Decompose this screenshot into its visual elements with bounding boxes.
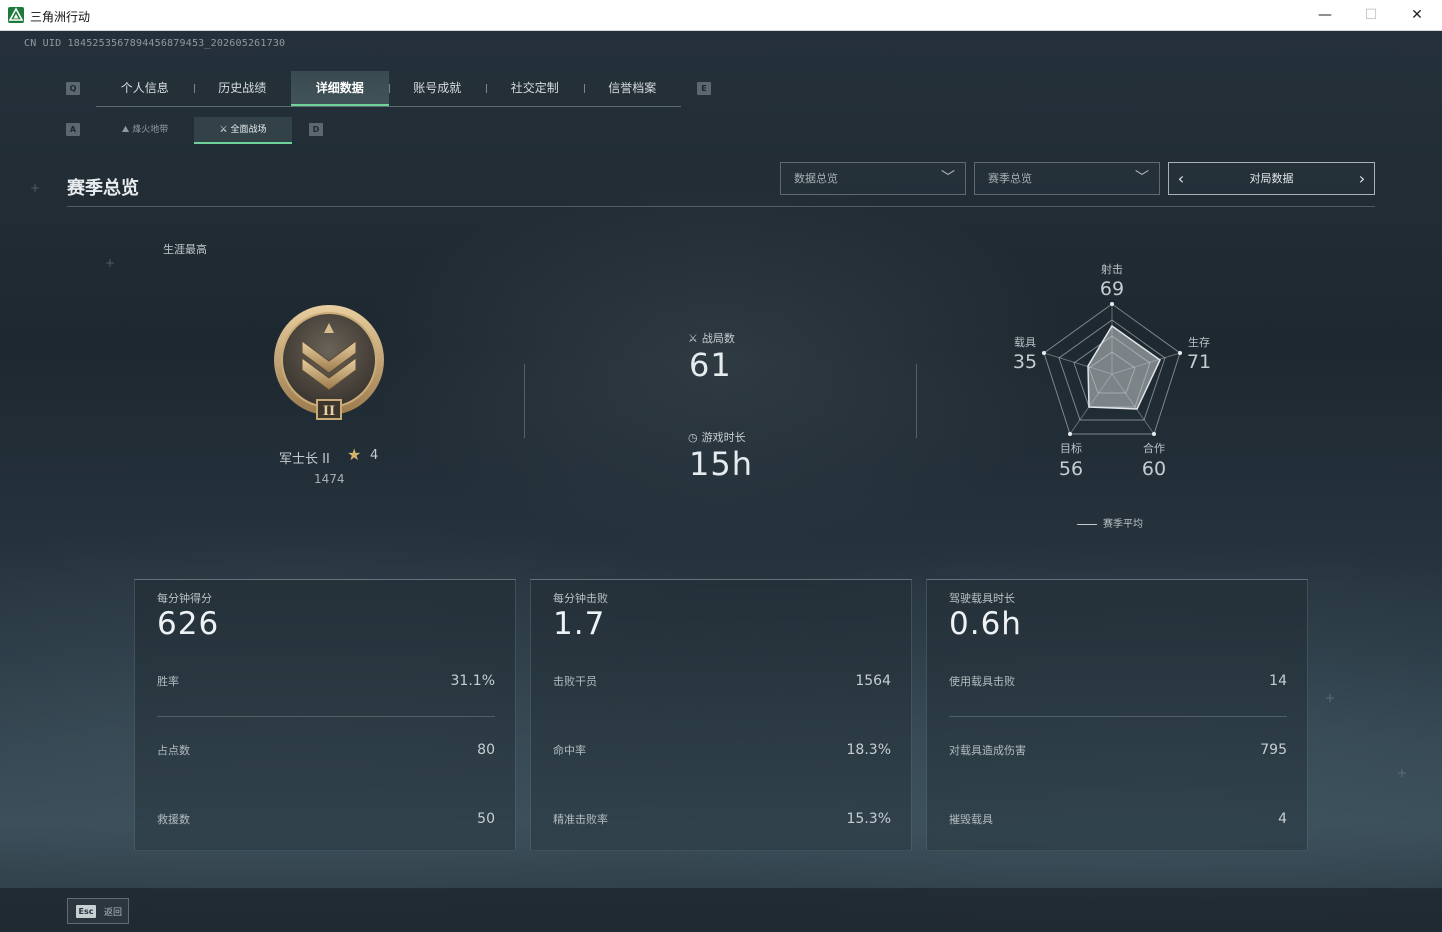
career-highest-label: 生涯最高 <box>163 243 207 256</box>
card-divider <box>157 716 495 717</box>
rank-medal-icon: II <box>274 305 384 420</box>
radar-value-vehicle: 35 <box>1012 351 1038 373</box>
tab-history[interactable]: 历史战绩 <box>193 71 292 106</box>
card-big-value: 0.6h <box>949 606 1022 642</box>
stat-row: 救援数 50 <box>157 811 495 827</box>
stat-row: 占点数 80 <box>157 742 495 758</box>
radar-label-vehicle: 载具 <box>1014 336 1036 349</box>
stat-row: 摧毁载具 4 <box>949 811 1287 827</box>
decor-cross-icon: + <box>1397 766 1408 780</box>
rank-score: 1474 <box>314 472 345 486</box>
bottom-bar: Esc 返回 <box>0 888 1442 932</box>
vertical-divider <box>524 364 525 438</box>
card-title: 驾驶载具时长 <box>949 592 1015 605</box>
tab-next-key-hint[interactable]: E <box>697 82 711 95</box>
decor-cross-icon: + <box>30 181 41 195</box>
stat-row: 对载具造成伤害 795 <box>949 742 1287 758</box>
stopwatch-icon: ◷ <box>688 431 698 444</box>
esc-key-hint: Esc <box>76 905 96 918</box>
subtab-prev-key-hint[interactable]: A <box>66 123 80 136</box>
kills-per-minute-card: 每分钟击败 1.7 击败干员 1564 命中率 18.3% 精准击败率 15.3% <box>530 579 912 851</box>
subtab-flame-zone[interactable]: ⛰ 烽火地带 <box>96 117 194 144</box>
tab-detailed-data[interactable]: 详细数据 <box>291 71 389 106</box>
back-label: 返回 <box>104 908 123 918</box>
app-logo-icon <box>8 7 24 23</box>
stat-row: 胜率 31.1% <box>157 673 495 689</box>
radar-label-survival: 生存 <box>1188 336 1210 349</box>
matches-label: ⚔ 战局数 <box>688 332 735 345</box>
chevron-down-icon: ﹀ <box>1135 170 1149 186</box>
rank-star-count: 4 <box>370 448 379 463</box>
card-title: 每分钟击败 <box>553 592 608 605</box>
rank-name: 军士长 II <box>279 452 330 467</box>
tab-personal-info[interactable]: 个人信息 <box>96 71 194 106</box>
radar-label-objective: 目标 <box>1060 442 1082 455</box>
legend-line-icon <box>1077 523 1097 525</box>
section-title: 赛季总览 <box>67 178 139 199</box>
radar-label-shooting: 射击 <box>1101 263 1123 276</box>
season-overview-dropdown[interactable]: 赛季总览 ﹀ <box>974 162 1160 195</box>
star-icon: ★ <box>347 445 362 464</box>
window-titlebar: 三角洲行动 — ☐ ✕ <box>0 0 1442 31</box>
pager-label: 对局数据 <box>1249 172 1294 185</box>
decor-cross-icon: + <box>1325 691 1336 705</box>
mode-subtabs: ⛰ 烽火地带 ⚔ 全面战场 <box>96 117 292 144</box>
stat-row: 精准击败率 15.3% <box>553 811 891 827</box>
chevron-down-icon: ﹀ <box>941 170 955 186</box>
window-title: 三角洲行动 <box>30 10 91 24</box>
radar-value-objective: 56 <box>1058 458 1084 480</box>
back-button[interactable]: Esc 返回 <box>67 898 129 924</box>
card-divider <box>949 716 1287 717</box>
minimize-button[interactable]: — <box>1305 4 1345 26</box>
svg-text:II: II <box>323 404 335 419</box>
radar-legend: 赛季平均 <box>1077 515 1143 530</box>
subtab-next-key-hint[interactable]: D <box>309 123 323 136</box>
vertical-divider <box>916 364 917 438</box>
radar-label-cooperation: 合作 <box>1143 442 1165 455</box>
crossed-swords-icon: ⚔ <box>688 332 698 345</box>
radar-value-shooting: 69 <box>1099 278 1125 300</box>
flame-zone-icon: ⛰ <box>121 125 130 135</box>
match-data-pager: ‹ 对局数据 › <box>1168 162 1375 195</box>
playtime-value: 15h <box>689 445 753 483</box>
subtab-battlefield[interactable]: ⚔ 全面战场 <box>194 117 292 144</box>
vehicle-time-card: 驾驶载具时长 0.6h 使用载具击败 14 对载具造成伤害 795 摧毁载具 4 <box>926 579 1308 851</box>
stat-row: 击败干员 1564 <box>553 673 891 689</box>
data-overview-dropdown[interactable]: 数据总览 ﹀ <box>780 162 966 195</box>
card-big-value: 626 <box>157 606 220 642</box>
game-screen: CN UID 1845253567894456879453_2026052617… <box>0 31 1442 932</box>
close-button[interactable]: ✕ <box>1397 4 1437 26</box>
score-per-minute-card: 每分钟得分 626 胜率 31.1% 占点数 80 救援数 50 <box>134 579 516 851</box>
stat-row: 使用载具击败 14 <box>949 673 1287 689</box>
radar-value-survival: 71 <box>1186 351 1212 373</box>
chevron-right-icon[interactable]: › <box>1350 163 1374 194</box>
main-tabs: 个人信息 历史战绩 详细数据 账号成就 社交定制 信誉档案 <box>96 71 681 107</box>
tab-achievements[interactable]: 账号成就 <box>388 71 487 106</box>
tab-prev-key-hint[interactable]: Q <box>66 82 80 95</box>
stat-row: 命中率 18.3% <box>553 742 891 758</box>
card-title: 每分钟得分 <box>157 592 212 605</box>
uid-text: CN UID 1845253567894456879453_2026052617… <box>24 38 286 49</box>
matches-value: 61 <box>689 346 732 384</box>
tab-reputation[interactable]: 信誉档案 <box>583 71 682 106</box>
card-big-value: 1.7 <box>553 606 606 642</box>
battlefield-icon: ⚔ <box>219 125 228 135</box>
maximize-button[interactable]: ☐ <box>1351 4 1391 26</box>
tab-social-custom[interactable]: 社交定制 <box>486 71 584 106</box>
radar-value-cooperation: 60 <box>1141 458 1167 480</box>
playtime-label: ◷ 游戏时长 <box>688 431 746 444</box>
decor-cross-icon: + <box>105 256 116 270</box>
chevron-left-icon[interactable]: ‹ <box>1169 163 1193 194</box>
section-divider <box>67 206 1375 207</box>
radar-season-area <box>1087 324 1161 410</box>
